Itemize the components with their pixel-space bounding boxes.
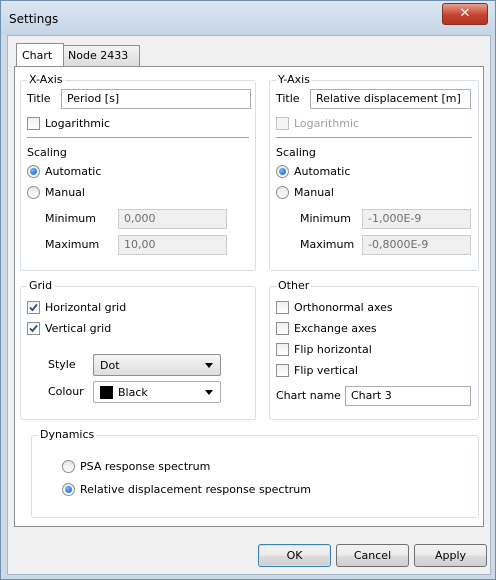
y-axis-group: Y-Axis Title Relative displacement [m] L… — [269, 73, 479, 271]
x-title-input[interactable]: Period [s] — [61, 89, 251, 109]
flip-vertical-label: Flip vertical — [294, 364, 358, 377]
other-legend: Other — [276, 279, 312, 293]
window-title: Settings — [9, 12, 59, 26]
orthonormal-checkbox[interactable] — [276, 301, 289, 314]
colour-dropdown[interactable]: Black — [93, 381, 221, 403]
y-title-input[interactable]: Relative displacement [m] — [310, 89, 471, 109]
close-button[interactable]: ✕ — [442, 3, 488, 25]
dialog-client: Chart Node 2433 X-Axis Title Period [s] … — [7, 35, 491, 575]
dynamics-legend: Dynamics — [38, 428, 97, 442]
psa-spectrum-radio[interactable] — [62, 460, 75, 473]
psa-spectrum-label: PSA response spectrum — [80, 460, 211, 473]
colour-label: Colour — [48, 385, 84, 398]
apply-button[interactable]: Apply — [414, 544, 487, 567]
y-logarithmic-label: Logarithmic — [294, 117, 360, 130]
y-manual-radio[interactable] — [276, 186, 289, 199]
radio-selected-dot — [65, 486, 72, 493]
y-automatic-radio[interactable] — [276, 165, 289, 178]
close-icon: ✕ — [459, 6, 471, 21]
colour-swatch — [100, 386, 113, 399]
vertical-grid-checkbox[interactable] — [27, 322, 40, 335]
x-logarithmic-label: Logarithmic — [45, 117, 111, 130]
style-label: Style — [48, 358, 76, 371]
x-minimum-input[interactable]: 0,000 — [118, 209, 227, 229]
x-scaling-label: Scaling — [27, 146, 67, 159]
title-bar[interactable]: Settings ✕ — [1, 1, 495, 35]
chart-tab-panel: X-Axis Title Period [s] Logarithmic Scal… — [14, 66, 484, 527]
cancel-button[interactable]: Cancel — [336, 544, 409, 567]
x-separator — [27, 137, 249, 139]
x-axis-group: X-Axis Title Period [s] Logarithmic Scal… — [20, 73, 256, 271]
style-value: Dot — [100, 359, 120, 372]
horizontal-grid-checkbox[interactable] — [27, 301, 40, 314]
x-automatic-label: Automatic — [45, 165, 102, 178]
x-minimum-label: Minimum — [45, 212, 96, 225]
x-maximum-input[interactable]: 10,00 — [118, 235, 227, 255]
horizontal-grid-label: Horizontal grid — [45, 301, 127, 314]
y-minimum-input[interactable]: -1,000E-9 — [362, 209, 471, 229]
ok-button[interactable]: OK — [258, 544, 331, 567]
flip-horizontal-label: Flip horizontal — [294, 343, 372, 356]
radio-selected-dot — [279, 168, 286, 175]
chart-name-input[interactable]: Chart 3 — [345, 386, 471, 406]
colour-value: Black — [118, 386, 148, 399]
y-automatic-label: Automatic — [294, 165, 351, 178]
y-maximum-label: Maximum — [300, 238, 355, 251]
radio-selected-dot — [30, 168, 37, 175]
y-title-label: Title — [276, 92, 300, 105]
x-maximum-label: Maximum — [45, 238, 100, 251]
x-automatic-radio[interactable] — [27, 165, 40, 178]
y-separator — [276, 137, 472, 139]
flip-horizontal-checkbox[interactable] — [276, 343, 289, 356]
checkmark-icon — [29, 303, 38, 312]
dynamics-group: Dynamics PSA response spectrum Relative … — [31, 428, 479, 518]
x-axis-legend: X-Axis — [27, 73, 65, 87]
style-dropdown[interactable]: Dot — [93, 354, 221, 376]
tab-chart-label: Chart — [22, 49, 53, 62]
relative-displacement-label: Relative displacement response spectrum — [80, 483, 311, 496]
chart-name-label: Chart name — [276, 389, 341, 402]
y-scaling-label: Scaling — [276, 146, 316, 159]
exchange-axes-checkbox[interactable] — [276, 322, 289, 335]
x-title-label: Title — [27, 92, 51, 105]
y-logarithmic-checkbox[interactable] — [276, 117, 289, 130]
tab-chart[interactable]: Chart — [16, 43, 64, 66]
grid-group: Grid Horizontal grid Vertical grid Style… — [20, 279, 256, 420]
y-minimum-label: Minimum — [300, 212, 351, 225]
y-manual-label: Manual — [294, 186, 334, 199]
vertical-grid-label: Vertical grid — [45, 322, 112, 335]
x-manual-label: Manual — [45, 186, 85, 199]
y-maximum-input[interactable]: -0,8000E-9 — [362, 235, 471, 255]
tab-node[interactable]: Node 2433 — [62, 45, 140, 66]
x-manual-radio[interactable] — [27, 186, 40, 199]
y-axis-legend: Y-Axis — [276, 73, 312, 87]
other-group: Other Orthonormal axes Exchange axes Fli… — [269, 279, 479, 420]
chevron-down-icon — [205, 363, 213, 368]
settings-window: Settings ✕ Chart Node 2433 X-Axis Title … — [0, 0, 496, 580]
orthonormal-label: Orthonormal axes — [294, 301, 393, 314]
flip-vertical-checkbox[interactable] — [276, 364, 289, 377]
exchange-axes-label: Exchange axes — [294, 322, 377, 335]
grid-legend: Grid — [27, 279, 55, 293]
x-logarithmic-checkbox[interactable] — [27, 117, 40, 130]
checkmark-icon — [29, 324, 38, 333]
tab-node-label: Node 2433 — [68, 49, 129, 62]
chevron-down-icon — [205, 390, 213, 395]
relative-displacement-radio[interactable] — [62, 483, 75, 496]
